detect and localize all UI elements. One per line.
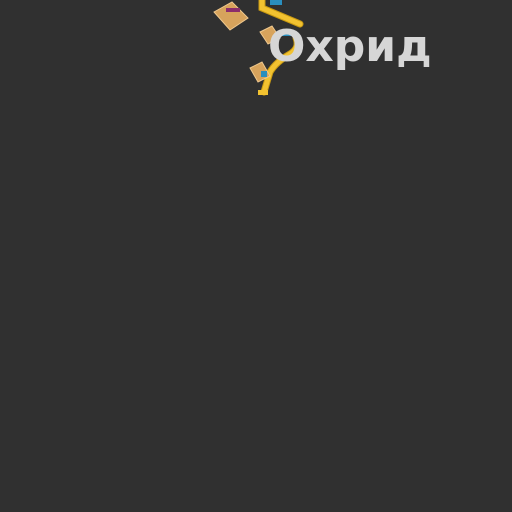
city-place-label[interactable]: Охрид — [268, 21, 432, 73]
road-end-marker — [258, 90, 268, 95]
poi-marker[interactable] — [270, 0, 282, 5]
map-canvas[interactable] — [0, 0, 512, 512]
poi-marker[interactable] — [261, 71, 267, 77]
poi-marker[interactable] — [226, 8, 240, 12]
